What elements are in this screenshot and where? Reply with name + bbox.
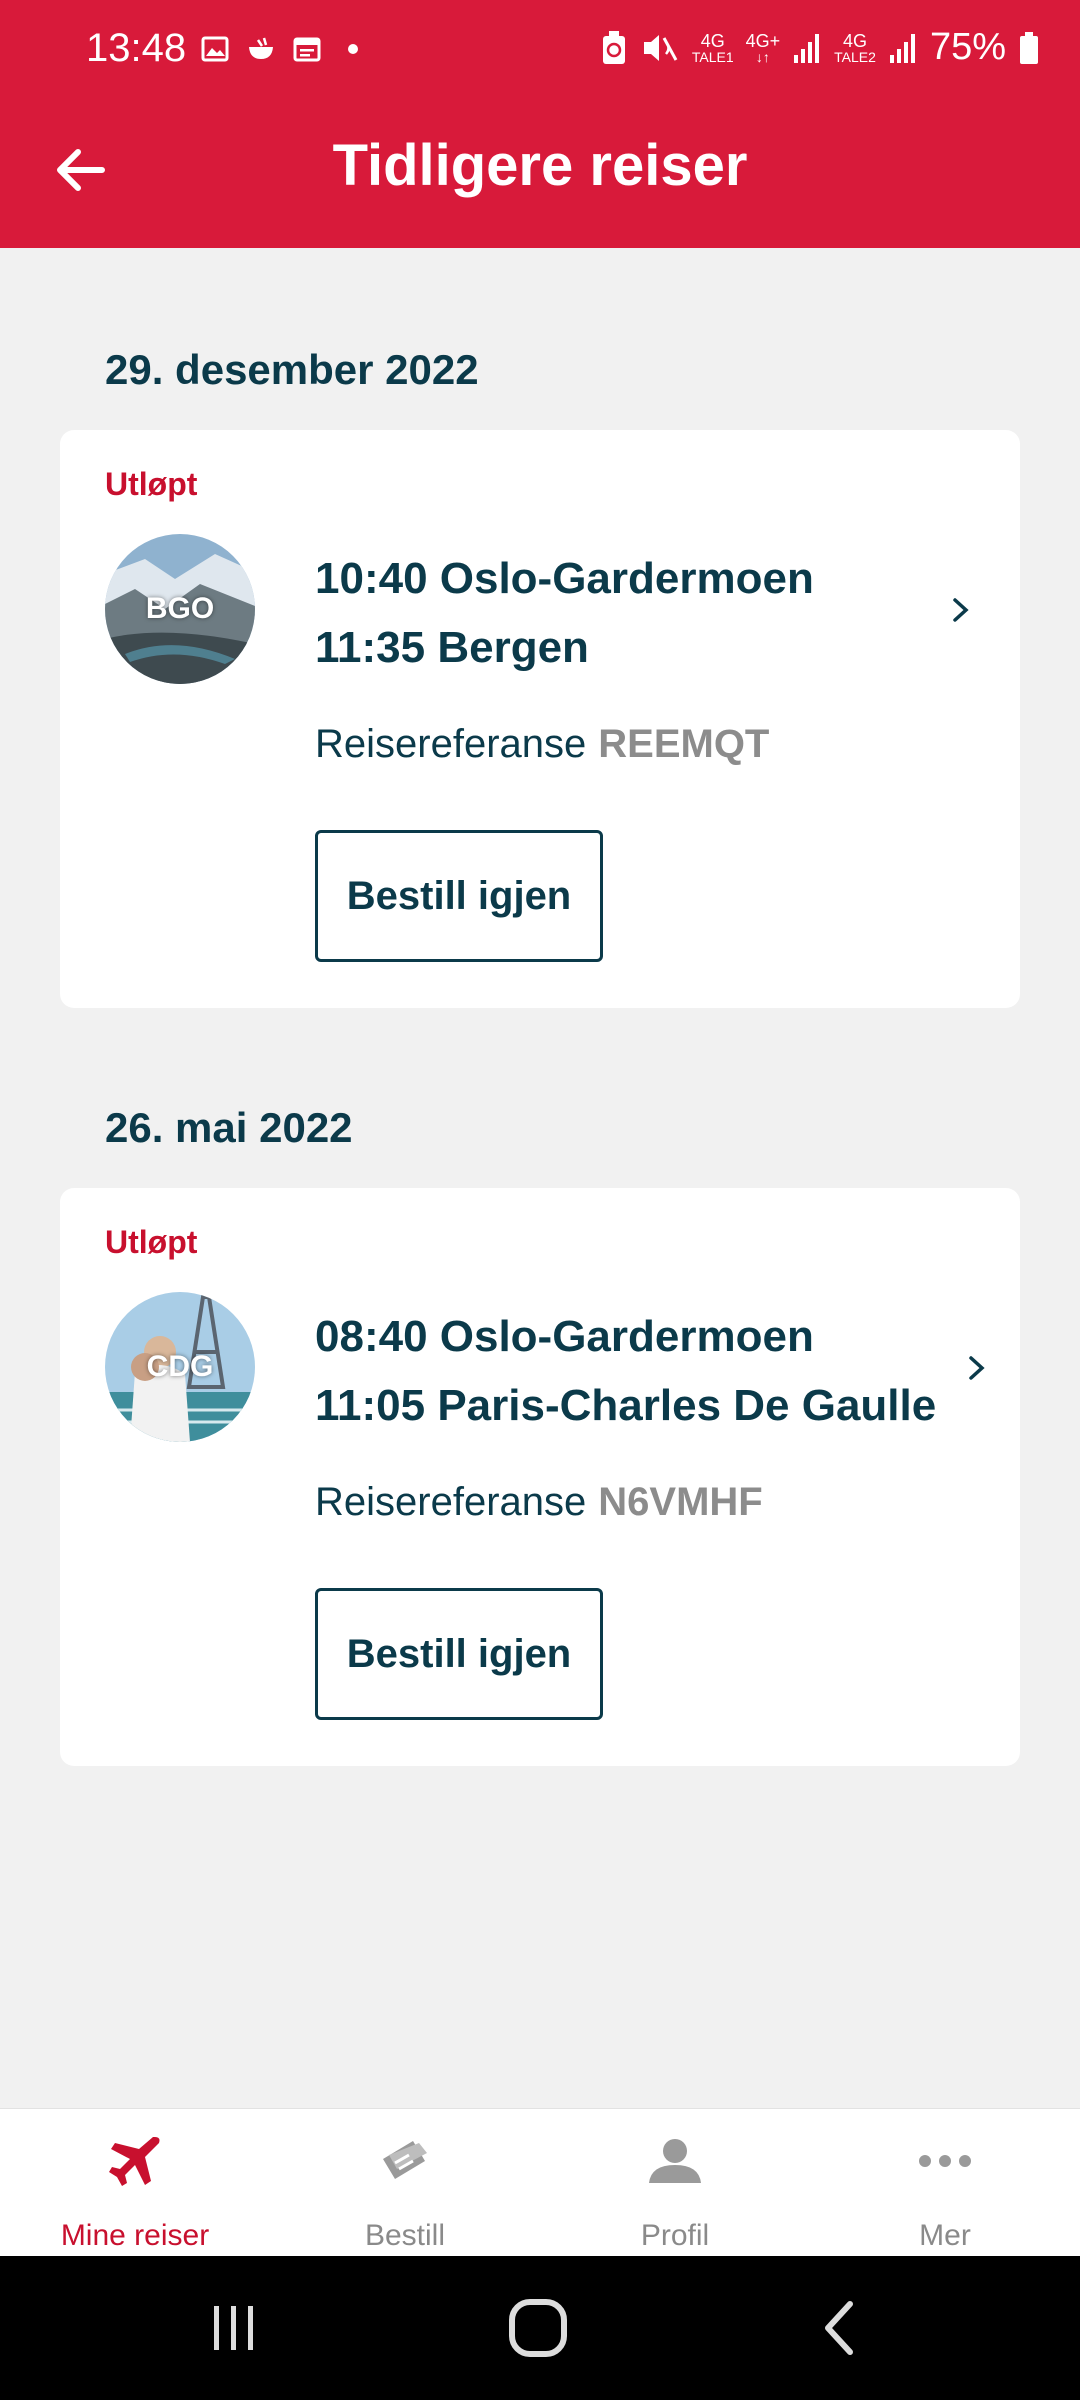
- system-status-icons: 4G TALE1 4G+ ↓↑ 4G TALE2 75%: [600, 26, 1040, 69]
- person-icon: [649, 2139, 701, 2183]
- network-1: 4G TALE1: [692, 32, 734, 64]
- page-title: Tidligere reiser: [332, 133, 748, 198]
- nav-label: Mer: [919, 2219, 971, 2252]
- trip-status-badge: Utløpt: [105, 466, 198, 502]
- sim-label: TALE1: [691, 48, 734, 65]
- network-3: 4G TALE2: [834, 32, 876, 64]
- arrival-line: 11:05 Paris-Charles De Gaulle: [315, 1381, 937, 1430]
- nav-item-mine-reiser[interactable]: Mine reiser: [0, 2109, 270, 2257]
- dot-icon: [348, 44, 358, 54]
- destination-image: BGO: [105, 534, 255, 684]
- ticket-icon: [383, 2141, 427, 2179]
- nav-label: Bestill: [364, 2219, 446, 2252]
- data-arrows-icon: ↓↑: [755, 48, 770, 65]
- trip-status-badge: Utløpt: [105, 1224, 198, 1260]
- battery-percent: 75%: [929, 26, 1006, 68]
- recent-apps-icon[interactable]: [202, 2296, 266, 2360]
- sim-label: TALE2: [834, 48, 876, 65]
- network-type-label: 4G: [700, 30, 725, 51]
- battery-saver-icon: [602, 30, 625, 64]
- notification-icons: [200, 34, 368, 64]
- status-bar: 13:48 4G TALE1 4G+ ↓↑ 4G TALE2 75%: [0, 0, 1080, 100]
- destination-image: CDG: [105, 1292, 255, 1442]
- bottom-navigation: Mine reiser Bestill Profil Mer: [0, 2108, 1080, 2256]
- app-header: Tidligere reiser: [0, 100, 1080, 248]
- nav-label: Profil: [640, 2219, 710, 2252]
- booking-reference-label: Reisereferanse: [315, 1480, 587, 1524]
- gallery-icon: [201, 36, 229, 62]
- booking-reference-label: Reisereferanse: [315, 722, 587, 766]
- chevron-right-icon[interactable]: [940, 590, 980, 630]
- airport-code: CDG: [146, 1350, 214, 1383]
- home-icon[interactable]: [506, 2296, 570, 2360]
- booking-reference-value: REEMQT: [598, 722, 770, 766]
- nav-item-mer[interactable]: Mer: [810, 2109, 1080, 2257]
- plane-icon: [109, 2137, 160, 2186]
- rebook-button[interactable]: Bestill igjen: [315, 1588, 603, 1720]
- signal-icon: [889, 33, 915, 63]
- system-navigation-bar: [0, 2256, 1080, 2400]
- trip-card[interactable]: Utløpt BGO 10:40 Oslo-Gardermoen 11:35 B…: [60, 430, 1020, 1008]
- arrival-line: 11:35 Bergen: [315, 623, 589, 672]
- rebook-button[interactable]: Bestill igjen: [315, 830, 603, 962]
- battery-icon: [1020, 31, 1038, 64]
- airport-code: BGO: [145, 592, 215, 625]
- trip-date-heading: 29. desember 2022: [105, 346, 479, 393]
- nav-label: Mine reiser: [60, 2219, 210, 2252]
- network-2: 4G+ ↓↑: [746, 32, 781, 64]
- booking-reference: Reisereferanse REEMQT: [315, 722, 769, 767]
- status-time: 13:48: [86, 26, 187, 70]
- system-back-icon[interactable]: [810, 2296, 874, 2360]
- mute-icon: [643, 34, 678, 61]
- network-type-label: 4G: [843, 30, 868, 51]
- booking-reference: Reisereferanse N6VMHF: [315, 1480, 763, 1525]
- more-icon: [919, 2155, 971, 2167]
- calendar-icon: [293, 37, 321, 62]
- departure-line: 10:40 Oslo-Gardermoen: [315, 554, 814, 603]
- nav-item-profil[interactable]: Profil: [540, 2109, 810, 2257]
- bowl-icon: [249, 37, 273, 59]
- nav-item-bestill[interactable]: Bestill: [270, 2109, 540, 2257]
- chevron-right-icon[interactable]: [956, 1348, 996, 1388]
- signal-icon: [794, 33, 820, 63]
- booking-reference-value: N6VMHF: [598, 1480, 763, 1524]
- trip-date-heading: 26. mai 2022: [105, 1104, 353, 1151]
- trip-card[interactable]: Utløpt CDG 08:40 Oslo-Gardermoen 11:05 P…: [60, 1188, 1020, 1766]
- departure-line: 08:40 Oslo-Gardermoen: [315, 1312, 814, 1361]
- network-type-label: 4G+: [745, 30, 781, 51]
